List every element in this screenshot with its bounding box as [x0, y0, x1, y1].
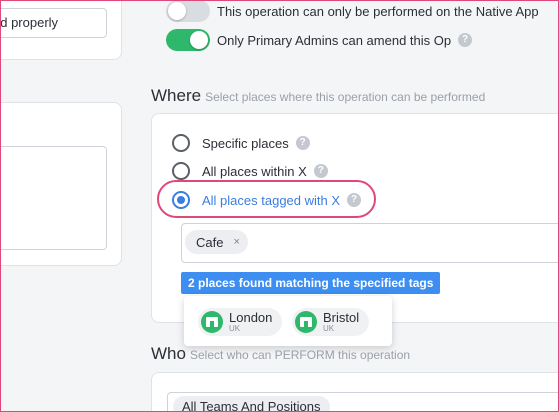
radio-button[interactable] [172, 162, 190, 180]
where-subtitle: Select places where this operation can b… [205, 90, 486, 104]
radio-button[interactable] [172, 134, 190, 152]
place-country: UK [323, 323, 335, 333]
place-chip-bristol[interactable]: Bristol UK [292, 308, 370, 336]
native-app-toggle[interactable] [166, 0, 210, 22]
help-icon[interactable]: ? [458, 33, 473, 47]
place-name: Bristol [323, 309, 360, 325]
primary-admins-toggle[interactable] [166, 29, 210, 51]
left-textarea[interactable] [0, 146, 107, 250]
radio-label: Specific places [202, 135, 289, 151]
left-text-field[interactable]: ed properly [0, 8, 107, 38]
primary-admins-toggle-row: Only Primary Admins can amend this Op ? [166, 29, 473, 51]
where-heading: Where Select places where this operation … [151, 86, 485, 106]
who-title: Who [151, 344, 186, 363]
toggle-knob [168, 2, 186, 20]
help-icon[interactable]: ? [295, 136, 310, 150]
close-icon[interactable]: × [233, 236, 239, 248]
radio-specific-places[interactable]: Specific places ? [172, 134, 310, 152]
store-icon [295, 311, 317, 333]
where-title: Where [151, 86, 202, 105]
store-icon [201, 311, 223, 333]
place-chip-london[interactable]: London UK [198, 308, 283, 336]
who-selected-chip[interactable]: All Teams And Positions [173, 396, 330, 412]
primary-admins-toggle-label: Only Primary Admins can amend this Op [217, 32, 452, 48]
radio-places-within[interactable]: All places within X ? [172, 162, 328, 180]
native-app-toggle-label: This operation can only be performed on … [217, 3, 539, 19]
radio-label: All places within X [202, 163, 307, 179]
selection-highlight-outline [157, 180, 376, 218]
native-app-toggle-row: This operation can only be performed on … [166, 0, 539, 22]
who-subtitle: Select who can PERFORM this operation [189, 348, 411, 362]
toggle-knob [190, 31, 208, 49]
tag-chip-cafe: Cafe × [185, 230, 248, 254]
place-country: UK [229, 323, 241, 333]
places-found-banner: 2 places found matching the specified ta… [181, 272, 441, 294]
help-icon[interactable]: ? [313, 164, 328, 178]
who-heading: Who Select who can PERFORM this operation [151, 344, 410, 364]
tag-label: Cafe [196, 234, 224, 250]
place-name: London [229, 309, 273, 325]
